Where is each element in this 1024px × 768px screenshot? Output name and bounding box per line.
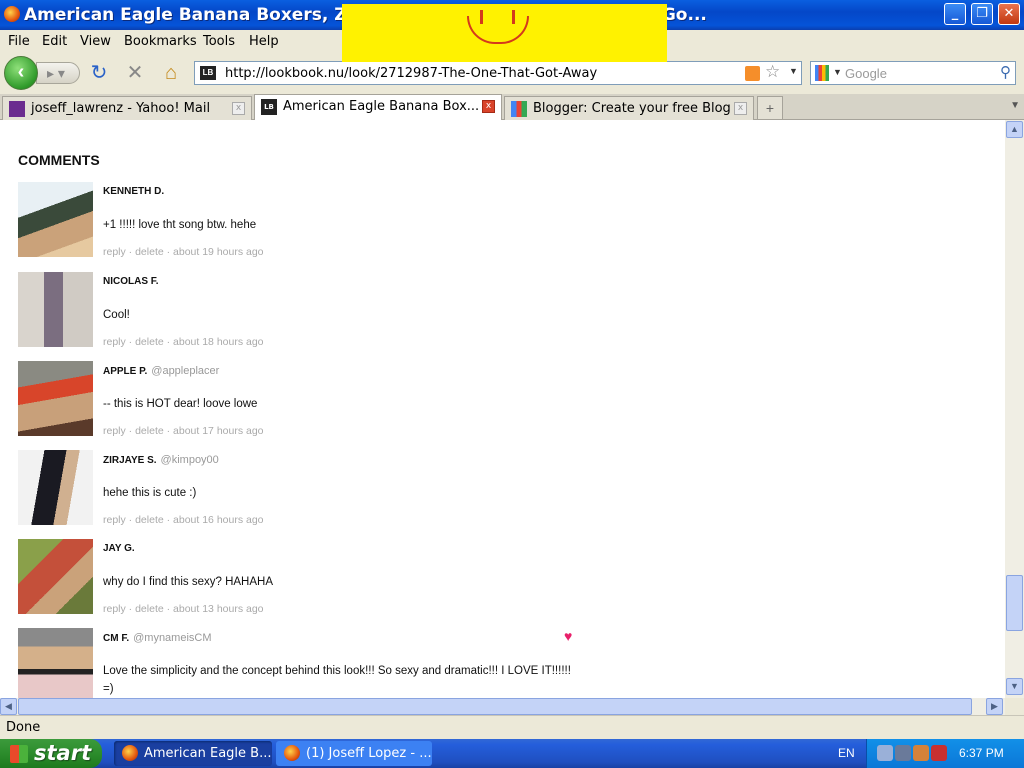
commenter-name[interactable]: CM F. @mynameisCM (103, 632, 212, 644)
page-content: COMMENTS KENNETH D. +1 !!!!! love tht so… (0, 120, 1005, 698)
avatar[interactable] (18, 361, 93, 436)
lookbook-favicon: LB (261, 99, 277, 115)
scroll-left-button[interactable]: ◀ (0, 698, 17, 715)
avatar[interactable] (18, 182, 93, 257)
url-bar[interactable]: LB http://lookbook.nu/look/2712987-The-O… (194, 61, 802, 85)
search-bar[interactable]: ▼ Google ⚲ (810, 61, 1016, 85)
taskbar-button-label: (1) Joseff Lopez - ... (306, 746, 432, 761)
close-tab-icon[interactable]: x (734, 102, 747, 115)
reload-icon[interactable]: ↻ (88, 62, 110, 84)
commenter-handle[interactable]: @appleplacer (151, 365, 219, 377)
taskbar-button-label: American Eagle B... (144, 746, 272, 761)
clock[interactable]: 6:37 PM (959, 746, 1004, 760)
menu-tools[interactable]: Tools (203, 34, 235, 49)
commenter-name[interactable]: NICOLAS F. (103, 276, 159, 287)
comment-meta[interactable]: reply · delete · about 17 hours ago (103, 425, 264, 437)
engine-dropdown-icon[interactable]: ▼ (833, 67, 842, 77)
home-icon[interactable]: ⌂ (160, 62, 182, 84)
vertical-scrollbar[interactable]: ▲ ▼ (1005, 120, 1024, 698)
tab-label: joseff_lawrenz - Yahoo! Mail (31, 101, 211, 116)
avatar[interactable] (18, 628, 93, 698)
close-tab-icon[interactable]: x (482, 100, 495, 113)
close-tab-icon[interactable]: x (232, 102, 245, 115)
system-tray: 6:37 PM (866, 739, 1024, 768)
horizontal-scroll-thumb[interactable] (18, 698, 972, 715)
tab-yahoo-mail[interactable]: joseff_lawrenz - Yahoo! Mail x (2, 96, 252, 120)
comment-text: Love the simplicity and the concept behi… (103, 665, 571, 695)
comment-text: hehe this is cute :) (103, 487, 197, 499)
commenter-handle[interactable]: @kimpoy00 (161, 454, 219, 466)
comment-text: -- this is HOT dear! loove lowe (103, 398, 258, 410)
forward-button[interactable]: ▸ ▾ (36, 62, 80, 84)
tab-list-dropdown-icon[interactable]: ▼ (1010, 100, 1020, 111)
tab-label: American Eagle Banana Box... (283, 99, 480, 114)
search-icon[interactable]: ⚲ (1000, 63, 1011, 81)
menu-help[interactable]: Help (249, 34, 279, 49)
comments-heading: COMMENTS (18, 152, 100, 168)
avatar[interactable] (18, 539, 93, 614)
language-indicator[interactable]: EN (838, 746, 855, 760)
new-tab-button[interactable]: + (757, 96, 783, 120)
start-label: start (34, 741, 92, 765)
firefox-icon[interactable] (4, 6, 20, 22)
comment-meta[interactable]: reply · delete · about 16 hours ago (103, 514, 264, 526)
comment-meta[interactable]: reply · delete · about 18 hours ago (103, 336, 264, 348)
comment-meta[interactable]: reply · delete · about 13 hours ago (103, 603, 264, 615)
comment-meta[interactable]: reply · delete · about 19 hours ago (103, 246, 264, 258)
menu-view[interactable]: View (80, 34, 111, 49)
antivirus-tray-icon[interactable] (931, 745, 947, 761)
network-tray-icon[interactable] (895, 745, 911, 761)
minimize-button[interactable]: _ (944, 3, 966, 25)
bookmark-star-icon[interactable]: ☆ (765, 62, 780, 82)
taskbar-button-firefox-facebook[interactable]: (1) Joseff Lopez - ... (276, 741, 432, 766)
firefox-icon (284, 745, 300, 761)
menu-edit[interactable]: Edit (42, 34, 67, 49)
scribble-smile (467, 16, 529, 44)
stop-icon[interactable]: ✕ (124, 62, 146, 84)
site-favicon: LB (200, 66, 216, 80)
status-text: Done (6, 720, 41, 735)
status-bar: Done (0, 715, 1024, 739)
comment-text: +1 !!!!! love tht song btw. hehe (103, 219, 257, 231)
tab-blogger[interactable]: Blogger: Create your free Blog x (504, 96, 754, 120)
url-text[interactable]: http://lookbook.nu/look/2712987-The-One-… (225, 66, 597, 81)
yahoo-mail-icon (9, 101, 25, 117)
avatar[interactable] (18, 450, 93, 525)
comment-text: Cool! (103, 309, 130, 321)
commenter-name[interactable]: KENNETH D. (103, 186, 164, 197)
app-tray-icon[interactable] (913, 745, 929, 761)
rss-feed-icon[interactable] (745, 66, 760, 81)
messenger-tray-icon[interactable] (877, 745, 893, 761)
menu-file[interactable]: File (8, 34, 30, 49)
comment-text: why do I find this sexy? HAHAHA (103, 576, 274, 588)
scroll-up-button[interactable]: ▲ (1006, 121, 1023, 138)
url-history-dropdown-icon[interactable]: ▼ (789, 66, 798, 76)
close-window-button[interactable]: ✕ (998, 3, 1020, 25)
heart-icon[interactable]: ♥ (564, 628, 572, 644)
google-engine-icon[interactable] (815, 65, 829, 81)
google-favicon (511, 101, 527, 117)
tab-label: Blogger: Create your free Blog (533, 101, 731, 116)
commenter-name[interactable]: APPLE P. @appleplacer (103, 365, 219, 377)
taskbar-button-firefox-lookbook[interactable]: American Eagle B... (114, 741, 272, 766)
scroll-down-button[interactable]: ▼ (1006, 678, 1023, 695)
taskbar: start American Eagle B... (1) Joseff Lop… (0, 739, 1024, 768)
tab-lookbook[interactable]: LB American Eagle Banana Box... x (254, 94, 502, 120)
scroll-right-button[interactable]: ▶ (986, 698, 1003, 715)
windows-logo-icon (10, 745, 28, 763)
horizontal-scrollbar[interactable]: ◀ ▶ (0, 698, 1005, 715)
commenter-handle[interactable]: @mynameisCM (133, 632, 211, 644)
yellow-scribble-redaction (342, 4, 667, 62)
firefox-icon (122, 745, 138, 761)
start-button[interactable]: start (0, 739, 102, 768)
commenter-name[interactable]: JAY G. (103, 543, 135, 554)
avatar[interactable] (18, 272, 93, 347)
vertical-scroll-thumb[interactable] (1006, 575, 1023, 631)
back-button[interactable]: ‹ (4, 56, 38, 90)
tab-bar: joseff_lawrenz - Yahoo! Mail x LB Americ… (0, 94, 1024, 120)
menu-bookmarks[interactable]: Bookmarks (124, 34, 197, 49)
maximize-button[interactable]: ❐ (971, 3, 993, 25)
search-placeholder[interactable]: Google (845, 66, 887, 81)
commenter-name[interactable]: ZIRJAYE S. @kimpoy00 (103, 454, 219, 466)
